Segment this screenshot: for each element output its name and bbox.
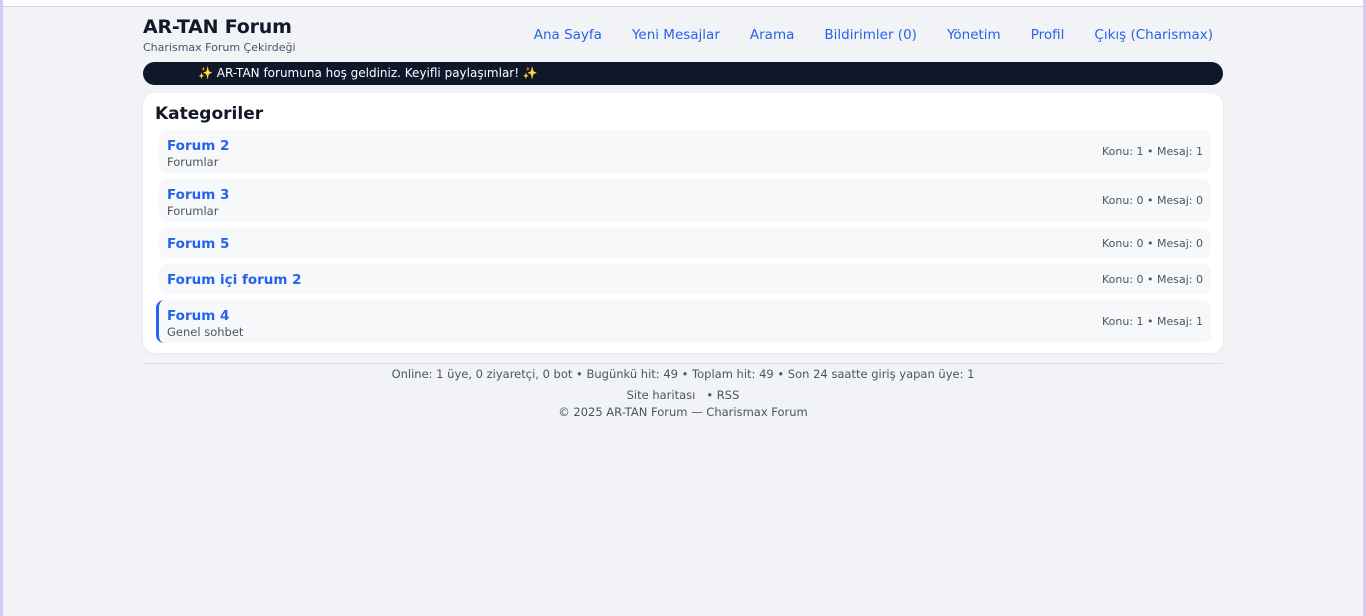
category-link[interactable]: Forum 2 xyxy=(167,138,229,154)
category-link[interactable]: Forum içi forum 2 xyxy=(167,272,302,288)
site-header: AR-TAN Forum Charismax Forum Çekirdeği A… xyxy=(143,16,1223,56)
nav-search[interactable]: Arama xyxy=(750,27,794,43)
top-bar xyxy=(3,0,1363,7)
footer-separator: • xyxy=(706,388,714,402)
category-stats: Konu: 1 • Mesaj: 1 xyxy=(1101,315,1203,328)
category-row[interactable]: Forum 5 Konu: 0 • Mesaj: 0 xyxy=(159,228,1211,258)
category-link[interactable]: Forum 5 xyxy=(167,236,229,252)
nav-new-messages[interactable]: Yeni Mesajlar xyxy=(632,27,720,43)
nav-profile[interactable]: Profil xyxy=(1031,27,1065,43)
category-row[interactable]: Forum 2 Forumlar Konu: 1 • Mesaj: 1 xyxy=(159,130,1211,173)
category-link[interactable]: Forum 3 xyxy=(167,187,229,203)
nav-logout[interactable]: Çıkış (Charismax) xyxy=(1094,27,1213,43)
category-description: Forumlar xyxy=(167,155,219,169)
nav-admin[interactable]: Yönetim xyxy=(947,27,1001,43)
sitemap-link[interactable]: Site haritası xyxy=(627,388,696,402)
footer-divider xyxy=(143,363,1223,364)
online-stats: Online: 1 üye, 0 ziyaretçi, 0 bot • Bugü… xyxy=(391,367,975,381)
welcome-text: ✨ AR-TAN forumuna hoş geldiniz. Keyifli … xyxy=(198,66,538,80)
category-row[interactable]: Forum 3 Forumlar Konu: 0 • Mesaj: 0 xyxy=(159,179,1211,222)
category-stats: Konu: 0 • Mesaj: 0 xyxy=(1101,237,1203,250)
category-row[interactable]: Forum içi forum 2 Konu: 0 • Mesaj: 0 xyxy=(159,264,1211,294)
rss-link[interactable]: RSS xyxy=(717,388,740,402)
category-description: Genel sohbet xyxy=(167,325,244,339)
category-stats: Konu: 0 • Mesaj: 0 xyxy=(1101,194,1203,207)
copyright: © 2025 AR-TAN Forum — Charismax Forum xyxy=(558,405,808,419)
nav-home[interactable]: Ana Sayfa xyxy=(534,27,602,43)
categories-card: Kategoriler Forum 2 Forumlar Konu: 1 • M… xyxy=(143,93,1223,353)
welcome-marquee: ✨ AR-TAN forumuna hoş geldiniz. Keyifli … xyxy=(143,62,1223,85)
site-subtitle: Charismax Forum Çekirdeği xyxy=(143,41,296,54)
site-title[interactable]: AR-TAN Forum xyxy=(143,16,292,38)
category-stats: Konu: 0 • Mesaj: 0 xyxy=(1101,273,1203,286)
category-row[interactable]: Forum 4 Genel sohbet Konu: 1 • Mesaj: 1 xyxy=(156,300,1211,343)
category-description: Forumlar xyxy=(167,204,219,218)
nav-notifications[interactable]: Bildirimler (0) xyxy=(824,27,917,43)
categories-title: Kategoriler xyxy=(155,104,264,124)
category-link[interactable]: Forum 4 xyxy=(167,308,229,324)
category-stats: Konu: 1 • Mesaj: 1 xyxy=(1101,145,1203,158)
footer-links: Site haritası • RSS xyxy=(143,388,1223,402)
main-nav: Ana Sayfa Yeni Mesajlar Arama Bildirimle… xyxy=(504,27,1213,43)
